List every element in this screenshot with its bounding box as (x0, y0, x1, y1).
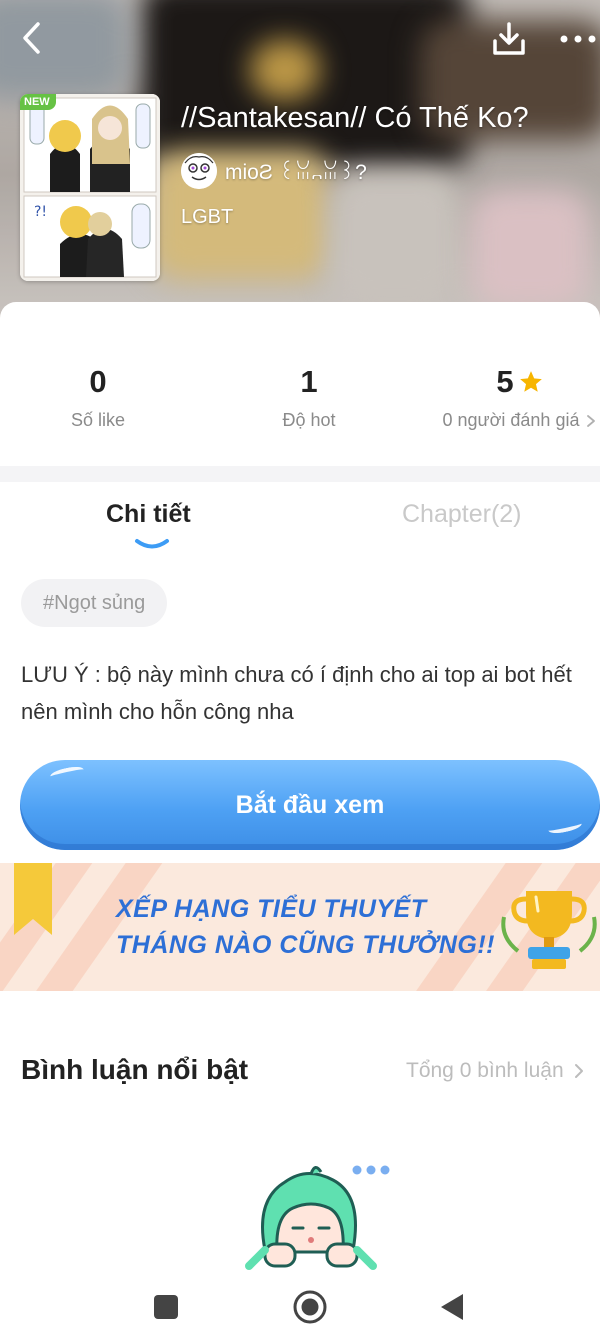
comments-total-link[interactable]: Tổng 0 bình luận (406, 1059, 586, 1083)
likes-label: Số like (70, 410, 126, 430)
recent-apps-icon[interactable] (146, 1287, 186, 1327)
author-name[interactable]: mioƧ ꒰ꈍ᎔ꈍ꒱? (225, 157, 367, 186)
genre-label[interactable]: LGBT (181, 206, 233, 229)
comments-section-title: Bình luận nổi bật (21, 1054, 249, 1085)
empty-comments-mascot (245, 1165, 390, 1270)
rating-count-label[interactable]: 0 người đánh giá (443, 410, 580, 431)
chevron-right-icon (574, 1064, 583, 1078)
stat-hot: 1 Độ hot (259, 364, 359, 431)
tab-chapter[interactable]: Chapter(2) (402, 500, 522, 529)
stats-card: 0 Số like 1 Độ hot 5 0 người đánh giá (0, 302, 600, 466)
rating-value: 5 (496, 364, 514, 399)
active-tab-indicator (135, 539, 169, 549)
book-title: //Santakesan// Có Thế Ko? (181, 102, 529, 134)
ranking-banner[interactable]: XẾP HẠNG TIỂU THUYẾT THÁNG NÀO CŨNG THƯỞ… (0, 863, 600, 991)
chevron-right-icon (587, 414, 596, 427)
banner-title-line1: XẾP HẠNG TIỂU THUYẾT (116, 895, 427, 923)
stat-rating[interactable]: 5 0 người đánh giá (440, 364, 600, 431)
book-cover: NEW ?! (20, 94, 160, 281)
trophy-icon (501, 891, 597, 969)
star-icon (519, 371, 542, 392)
download-icon[interactable] (488, 18, 530, 60)
author[interactable]: mioƧ ꒰ꈍ᎔ꈍ꒱? (181, 153, 367, 189)
start-reading-button[interactable]: Bắt đầu xem (20, 760, 600, 850)
more-options-icon[interactable] (556, 24, 600, 54)
banner-title-line2: THÁNG NÀO CŨNG THƯỞNG!! (116, 931, 496, 959)
system-nav-bar (0, 1275, 600, 1335)
hot-label: Độ hot (282, 410, 336, 430)
back-nav-icon[interactable] (432, 1287, 472, 1327)
new-badge: NEW (20, 94, 56, 110)
bookmark-icon (14, 863, 52, 935)
author-avatar[interactable] (181, 153, 217, 189)
hot-count: 1 (300, 364, 318, 399)
comments-total-label[interactable]: Tổng 0 bình luận (406, 1059, 564, 1083)
likes-count: 0 (89, 364, 107, 399)
stat-likes: 0 Số like (48, 364, 148, 431)
section-divider (0, 466, 600, 482)
book-header: NEW ?! //Santakesan// Có Thế Ko? mioƧ ꒰ꈍ… (0, 0, 600, 318)
tag-chip[interactable]: #Ngọt sủng (21, 579, 168, 627)
start-reading-label: Bắt đầu xem (235, 790, 385, 819)
tab-detail[interactable]: Chi tiết (106, 500, 191, 529)
home-icon[interactable] (290, 1287, 330, 1327)
back-icon[interactable] (14, 18, 50, 58)
book-description: LƯU Ý : bộ này mình chưa có í định cho a… (21, 662, 572, 724)
svg-text:?!: ?! (34, 204, 47, 220)
